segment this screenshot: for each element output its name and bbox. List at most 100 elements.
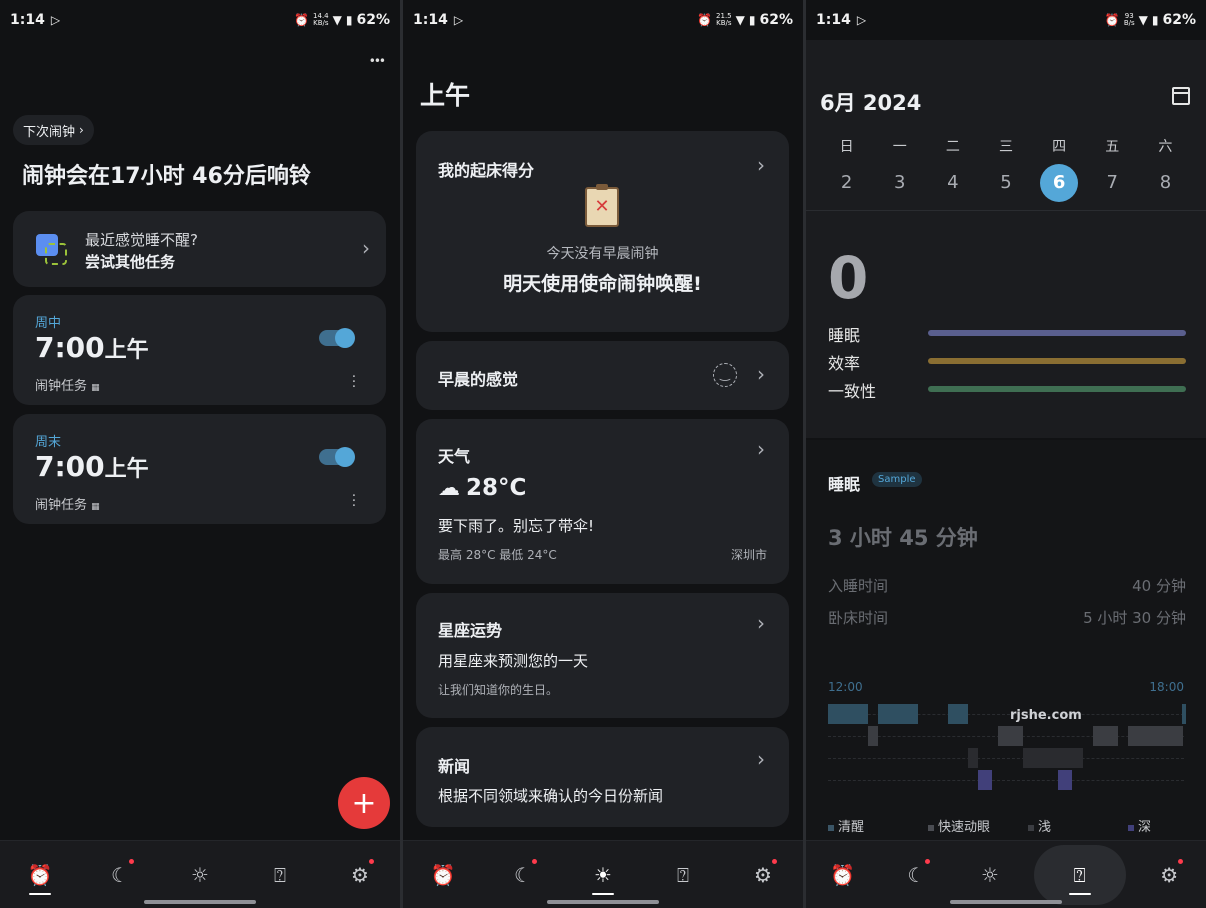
legend-item: 浅 <box>1028 816 1051 835</box>
stage-segment <box>1093 726 1118 746</box>
next-alarm-chip[interactable]: 下次闹钟 › <box>13 115 94 145</box>
nav-morning-icon[interactable]: ☼ <box>960 845 1020 905</box>
status-time: 1:14 <box>10 12 45 28</box>
chevron-right-icon: › <box>757 747 765 771</box>
calendar-date[interactable]: 7 <box>1093 164 1131 202</box>
calendar-date[interactable]: 2 <box>828 164 866 202</box>
overflow-menu-button[interactable]: ••• <box>369 54 386 68</box>
nav-morning-icon[interactable]: ☼ <box>170 845 230 905</box>
morning-feeling-card[interactable]: 早晨的感觉 ‿ › <box>416 341 789 410</box>
alarm-status-icon: ⏰ <box>294 13 310 27</box>
calendar-date[interactable]: 3 <box>881 164 919 202</box>
nav-alarm-icon[interactable]: ⏰ <box>413 845 473 905</box>
horoscope-line: 用星座来预测您的一天 <box>438 652 589 670</box>
nav-alarm-icon[interactable]: ⏰ <box>813 845 873 905</box>
watermark: rjshe.com <box>1010 708 1082 723</box>
stage-segment <box>998 726 1023 746</box>
week-strip: 日 2 一 3 二 4 三 5 四 6 五 7 六 8 <box>820 136 1192 206</box>
battery-icon: ▮ <box>345 13 353 27</box>
metric-bar <box>928 386 1186 392</box>
stage-segment <box>1058 770 1072 790</box>
alarm-mission: 闹钟任务 ▦ <box>35 379 100 394</box>
score-sub: 今天没有早晨闹钟 <box>546 246 659 262</box>
grid-icon: ▦ <box>91 502 100 512</box>
horoscope-card[interactable]: 星座运势 › 用星座来预测您的一天 让我们知道你的生日。 <box>416 593 789 718</box>
nav-sleep-icon[interactable]: ☾ <box>493 845 553 905</box>
sleep-duration: 3 小时 45 分钟 <box>828 526 978 550</box>
legend-item: 深 <box>1128 816 1151 835</box>
clipboard-icon: ✕ <box>585 184 619 227</box>
alarm-item-menu-icon[interactable]: · · · <box>352 490 356 513</box>
weekday-label: 五 <box>1105 139 1120 155</box>
alarm-toggle[interactable] <box>319 447 355 467</box>
wifi-icon: ▼ <box>1138 13 1148 27</box>
alarm-item[interactable]: 周末 7:00上午 闹钟任务 ▦ · · · <box>13 414 386 524</box>
battery-icon: ▮ <box>748 13 756 27</box>
nav-settings-icon[interactable]: ⚙ <box>1139 845 1199 905</box>
alarm-mission: 闹钟任务 ▦ <box>35 498 100 513</box>
alarm-time: 7:00上午 <box>35 450 149 483</box>
nav-settings-icon[interactable]: ⚙ <box>733 845 793 905</box>
metric-label: 睡眠 <box>828 326 861 345</box>
sleep-detail-section: 睡眠 Sample 3 小时 45 分钟 入睡时间 40 分钟 卧床时间 5 小… <box>806 440 1206 840</box>
net-speed: 93 B/s <box>1123 12 1135 27</box>
nav-settings-icon[interactable]: ⚙ <box>330 845 390 905</box>
wifi-icon: ▼ <box>735 13 745 27</box>
news-card[interactable]: 新闻 › 根据不同领域来确认的今日份新闻 <box>416 727 789 827</box>
chevron-right-icon: › <box>757 611 765 635</box>
metric-label: 一致性 <box>828 382 877 401</box>
stage-legend: 清醒 快速动眼 浅 深 <box>828 816 1184 836</box>
bottom-nav: ⏰ ☾ ☼ ⍰ ⚙ <box>806 840 1206 908</box>
promo-card[interactable]: 最近感觉睡不醒? 尝试其他任务 › <box>13 211 386 287</box>
nav-sleep-icon[interactable]: ☾ <box>90 845 150 905</box>
play-icon: ▷ <box>453 13 464 27</box>
calendar-date[interactable]: 5 <box>987 164 1025 202</box>
add-alarm-button[interactable]: + <box>338 777 390 829</box>
weather-card[interactable]: 天气 › ☁ 28°C 要下雨了。别忘了带伞! 最高 28°C 最低 24°C … <box>416 419 789 584</box>
chart-end-time: 18:00 <box>1149 680 1184 694</box>
stage-segment <box>1058 748 1078 768</box>
weekday-label: 四 <box>1052 139 1067 155</box>
chevron-right-icon: › <box>362 236 370 260</box>
alarm-toggle[interactable] <box>319 328 355 348</box>
weather-now: ☁ 28°C <box>438 475 527 501</box>
home-indicator <box>950 900 1062 904</box>
page-title: 上午 <box>420 81 471 110</box>
nav-report-icon[interactable]: ⍰ <box>1033 844 1126 905</box>
month-title: 6月 2024 <box>820 91 922 115</box>
stage-segment <box>978 770 992 790</box>
calendar-date[interactable]: 4 <box>934 164 972 202</box>
card-title: 天气 <box>438 447 471 466</box>
legend-item: 清醒 <box>828 816 864 835</box>
stage-segment <box>1128 726 1183 746</box>
alarm-item[interactable]: 周中 7:00上午 闹钟任务 ▦ · · · <box>13 295 386 405</box>
alarm-item-menu-icon[interactable]: · · · <box>352 371 356 394</box>
detail-row: 卧床时间 5 小时 30 分钟 <box>828 609 1186 627</box>
chevron-right-icon: › <box>757 437 765 461</box>
metric-label: 效率 <box>828 354 861 373</box>
promo-line1: 最近感觉睡不醒? <box>85 231 198 249</box>
mission-swap-icon <box>33 231 69 267</box>
nav-sleep-icon[interactable]: ☾ <box>886 845 946 905</box>
status-bar: 1:14 ▷ ⏰ 14.4 KB/s ▼ ▮ 62% <box>0 0 400 40</box>
summary-section: 6月 2024 日 2 一 3 二 4 三 5 四 6 五 7 六 8 0 睡眠 效率 一致性 <box>806 40 1206 438</box>
home-indicator <box>144 900 256 904</box>
nav-report-icon[interactable]: ⍰ <box>653 845 713 905</box>
nav-alarm-icon[interactable]: ⏰ <box>10 845 70 905</box>
wakeup-score-card[interactable]: 我的起床得分 › ✕ 今天没有早晨闹钟 明天使用使命闹钟唤醒! <box>416 131 789 332</box>
nav-report-icon[interactable]: ⍰ <box>250 845 310 905</box>
nav-morning-icon[interactable]: ☀ <box>573 845 633 905</box>
alarm-status-icon: ⏰ <box>1104 13 1120 27</box>
stage-segment <box>948 704 968 724</box>
card-title: 早晨的感觉 <box>438 370 519 389</box>
promo-line2: 尝试其他任务 <box>85 253 176 271</box>
calendar-icon[interactable] <box>1172 87 1190 105</box>
grid-icon: ▦ <box>91 383 100 393</box>
alarm-label: 周末 <box>35 435 62 450</box>
wifi-icon: ▼ <box>332 13 342 27</box>
status-bar: 1:14 ▷ ⏰ 21.5 KB/s ▼ ▮ 62% <box>403 0 803 40</box>
alarm-status-icon: ⏰ <box>697 13 713 27</box>
calendar-date[interactable]: 8 <box>1146 164 1184 202</box>
calendar-date-selected[interactable]: 6 <box>1040 164 1079 202</box>
weather-range: 最高 28°C 最低 24°C <box>438 548 557 562</box>
